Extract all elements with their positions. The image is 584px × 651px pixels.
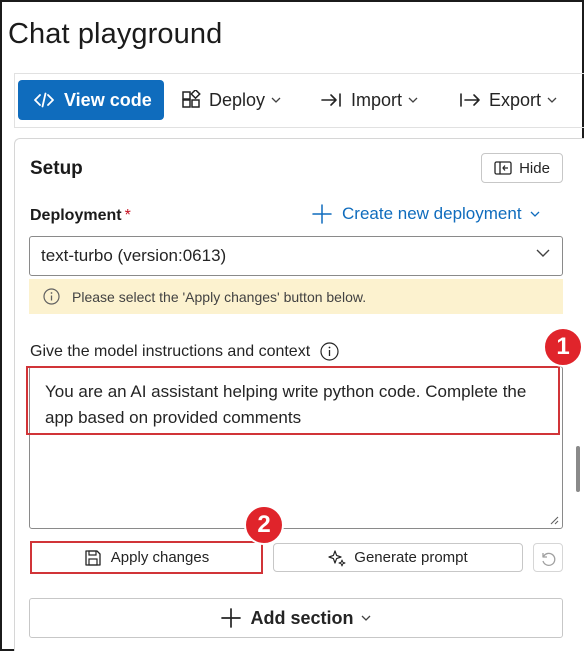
import-icon — [321, 93, 341, 107]
chevron-down-icon — [361, 615, 370, 621]
hide-button[interactable]: Hide — [481, 153, 563, 183]
deploy-button[interactable]: Deploy — [181, 80, 289, 120]
deploy-label: Deploy — [209, 89, 266, 110]
plus-icon — [312, 204, 332, 224]
view-code-button[interactable]: View code — [18, 80, 164, 120]
export-button[interactable]: Export — [459, 80, 565, 120]
scrollbar-thumb[interactable] — [576, 446, 580, 492]
warning-banner: Please select the 'Apply changes' button… — [29, 279, 563, 314]
required-marker: * — [124, 207, 131, 224]
deployment-label-text: Deployment — [30, 207, 122, 224]
step-badge-1: 1 — [543, 327, 583, 367]
resize-handle-icon[interactable] — [550, 516, 559, 525]
chevron-down-icon — [547, 97, 557, 103]
info-icon[interactable] — [320, 342, 339, 361]
warning-text: Please select the 'Apply changes' button… — [72, 288, 367, 305]
export-icon — [460, 93, 480, 107]
chevron-down-icon — [530, 211, 540, 217]
collapse-panel-icon — [494, 161, 512, 175]
code-icon — [34, 92, 54, 108]
highlight-box-instructions — [26, 366, 560, 435]
setup-title: Setup — [30, 158, 83, 179]
hide-label: Hide — [519, 159, 550, 177]
import-label: Import — [351, 89, 403, 110]
apply-changes-button[interactable]: Apply changes — [30, 541, 263, 574]
undo-icon — [542, 552, 556, 566]
plus-icon — [221, 608, 242, 628]
sparkle-icon — [328, 549, 346, 566]
deploy-icon — [182, 90, 201, 108]
toolbar: View code Deploy Import Export — [14, 73, 584, 128]
create-deployment-label: Create new deployment — [342, 204, 522, 223]
deployment-label: Deployment * — [30, 207, 131, 225]
chevron-down-icon — [408, 97, 418, 103]
add-section-label: Add section — [250, 607, 354, 628]
deployment-select-value: text-turbo (version:0613) — [41, 246, 227, 265]
info-icon — [43, 288, 60, 305]
create-deployment-link[interactable]: Create new deployment — [312, 204, 540, 224]
view-code-label: View code — [64, 89, 152, 110]
add-section-button[interactable]: Add section — [29, 598, 563, 638]
chevron-down-icon — [536, 249, 550, 257]
instructions-label: Give the model instructions and context — [30, 342, 339, 361]
page-title: Chat playground — [8, 18, 223, 50]
deployment-select[interactable]: text-turbo (version:0613) — [29, 236, 563, 276]
save-icon — [85, 549, 101, 566]
generate-prompt-label: Generate prompt — [354, 549, 468, 566]
instructions-label-text: Give the model instructions and context — [30, 342, 311, 360]
export-label: Export — [489, 89, 542, 110]
step-badge-2: 2 — [244, 505, 284, 545]
apply-changes-label: Apply changes — [110, 549, 210, 566]
generate-prompt-button[interactable]: Generate prompt — [273, 543, 523, 572]
reset-button[interactable] — [533, 543, 563, 572]
import-button[interactable]: Import — [321, 80, 426, 120]
chevron-down-icon — [271, 97, 281, 103]
